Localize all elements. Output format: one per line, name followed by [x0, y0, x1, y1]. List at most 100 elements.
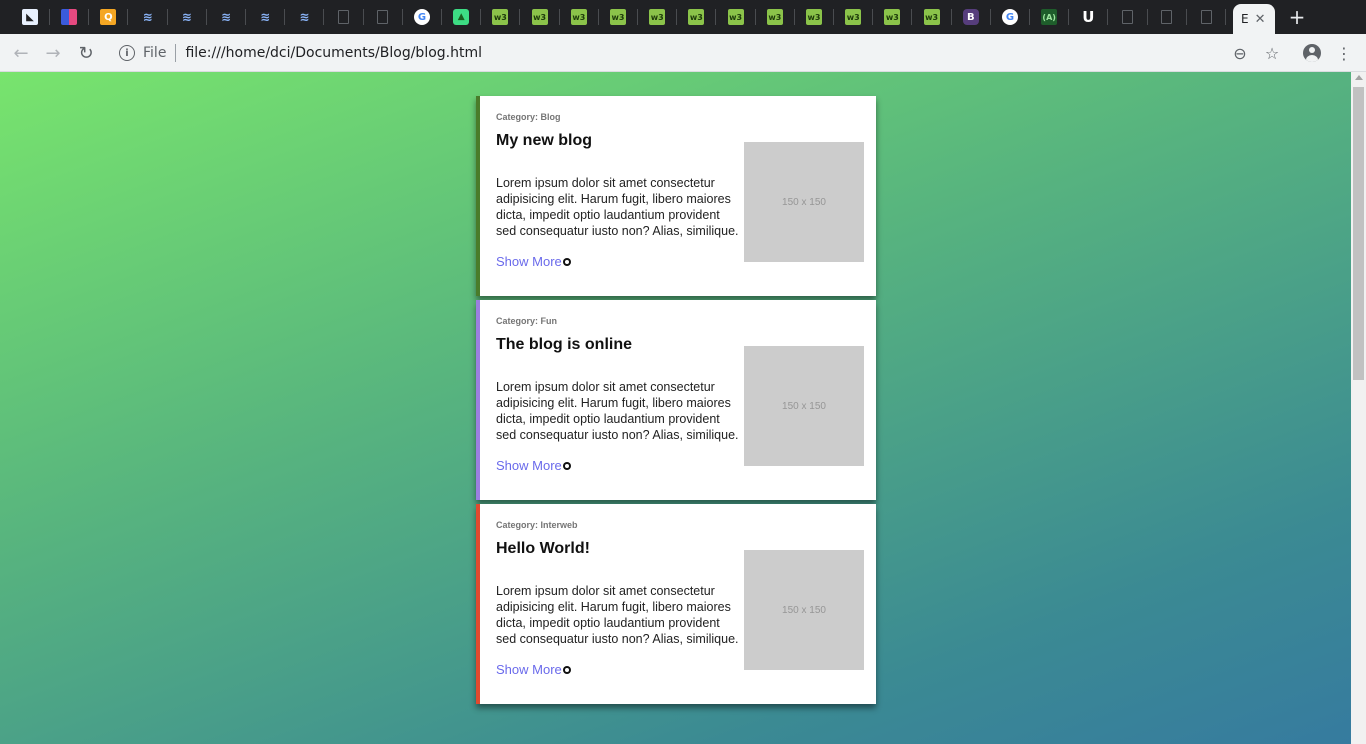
post-body: Lorem ipsum dolor sit amet consectetur a…	[496, 176, 739, 238]
browser-tab[interactable]: w3	[872, 4, 913, 30]
browser-tab[interactable]: (A)	[1029, 4, 1070, 30]
new-tab-button[interactable]: +	[1285, 5, 1309, 29]
w3-favicon-icon: w3	[610, 9, 626, 25]
show-more-link[interactable]: Show More	[496, 458, 571, 473]
address-bar[interactable]: i File file:///home/dci/Documents/Blog/b…	[106, 38, 1256, 68]
browser-tab[interactable]: w3	[912, 4, 952, 30]
back-button[interactable]: ←	[9, 41, 33, 65]
w3-favicon-icon: w3	[727, 9, 744, 25]
info-icon[interactable]: i	[119, 45, 135, 61]
show-more-link[interactable]: Show More	[496, 254, 571, 269]
page-favicon-icon	[1122, 10, 1134, 24]
circle-icon	[562, 257, 571, 266]
browser-tab[interactable]: G	[402, 4, 442, 30]
blog-post-card: Category: Blog My new blog Lorem ipsum d…	[476, 96, 876, 296]
browser-tab[interactable]: w3	[794, 4, 834, 30]
w3-favicon-icon: w3	[806, 9, 822, 25]
show-more-link[interactable]: Show More	[496, 662, 571, 677]
post-category: Category: Fun	[496, 316, 558, 326]
w3-favicon-icon: w3	[570, 9, 587, 25]
browser-tab[interactable]	[363, 4, 403, 30]
active-tab[interactable]: E ✕	[1233, 4, 1275, 34]
browser-tab[interactable]: ▲	[441, 4, 482, 30]
post-category: Category: Blog	[496, 112, 561, 122]
bootstrap-favicon-icon: B	[962, 9, 979, 25]
post-category: Category: Interweb	[496, 520, 578, 530]
google-favicon-icon: G	[1002, 9, 1018, 25]
active-tab-title: E	[1241, 12, 1249, 26]
w3-favicon-icon: w3	[766, 9, 783, 25]
forward-button[interactable]: →	[41, 41, 65, 65]
post-image-placeholder: 150 x 150	[744, 346, 864, 466]
browser-tab[interactable]	[49, 4, 90, 30]
w3-favicon-icon: w3	[531, 9, 548, 25]
browser-tab[interactable]: ≋	[245, 4, 286, 30]
page-favicon-icon	[1161, 10, 1173, 24]
wifi-favicon-icon: ≋	[142, 10, 153, 24]
show-more-label: Show More	[496, 662, 562, 677]
google-favicon-icon: G	[414, 9, 430, 25]
w3-favicon-icon: w3	[649, 9, 666, 25]
blog-post-card: Category: Interweb Hello World! Lorem ip…	[476, 504, 876, 704]
w3-favicon-icon: w3	[688, 9, 705, 25]
browser-tab[interactable]: w3	[480, 4, 521, 30]
w3-favicon-icon: w3	[884, 9, 901, 25]
url-text[interactable]: file:///home/dci/Documents/Blog/blog.htm…	[185, 45, 482, 61]
browser-tab[interactable]: Q	[88, 4, 129, 30]
scheme-label: File	[143, 45, 167, 61]
scroll-up-arrow-icon[interactable]	[1355, 75, 1363, 80]
wifi-favicon-icon: ≋	[299, 10, 310, 24]
post-title: Hello World!	[496, 540, 590, 557]
browser-tab[interactable]	[1186, 4, 1226, 30]
browser-tab[interactable]: ≋	[128, 4, 168, 30]
zoom-icon[interactable]: ⊖	[1228, 41, 1252, 65]
post-image-placeholder: 150 x 150	[744, 142, 864, 262]
browser-tab[interactable]: G	[990, 4, 1030, 30]
browser-tab[interactable]: U	[1068, 4, 1109, 30]
android-favicon-icon: ▲	[453, 9, 470, 25]
circle-icon	[562, 461, 571, 470]
browser-toolbar: ← → ↻ i File file:///home/dci/Documents/…	[0, 34, 1366, 72]
profile-button[interactable]	[1300, 41, 1324, 65]
browser-tab[interactable]: ◣	[10, 4, 50, 30]
blog-post-card: Category: Fun The blog is online Lorem i…	[476, 300, 876, 500]
post-title: My new blog	[496, 132, 592, 149]
browser-tab[interactable]: ≋	[206, 4, 246, 30]
flag-favicon-icon	[61, 9, 78, 25]
scrollbar-thumb[interactable]	[1353, 87, 1364, 380]
page-favicon-icon	[1200, 10, 1212, 24]
browser-tab[interactable]: w3	[716, 4, 756, 30]
bookmark-star-icon[interactable]: ☆	[1260, 41, 1284, 65]
vertical-scrollbar[interactable]	[1351, 72, 1366, 744]
menu-icon[interactable]: ⋮	[1332, 41, 1356, 65]
browser-tab[interactable]	[1147, 4, 1187, 30]
browser-tab[interactable]: w3	[637, 4, 678, 30]
page-favicon-icon	[338, 10, 350, 24]
wifi-favicon-icon: ≋	[260, 10, 271, 24]
tab-separator	[1225, 9, 1226, 25]
browser-tab[interactable]: w3	[598, 4, 638, 30]
show-more-label: Show More	[496, 458, 562, 473]
browser-tab[interactable]: w3	[676, 4, 717, 30]
tab-strip: E ✕ + ◣ Q ≋ ≋ ≋ ≋ ≋ G ▲ w3 w3 w3 w3 w3 w3 w3 w3 w3 w3 w3 w3 B…	[0, 0, 1366, 34]
browser-tab[interactable]: w3	[520, 4, 560, 30]
browser-tab[interactable]: ≋	[284, 4, 325, 30]
browser-tab[interactable]: ≋	[167, 4, 207, 30]
w3-favicon-icon: w3	[492, 9, 509, 25]
page-favicon-icon	[377, 10, 389, 24]
reload-button[interactable]: ↻	[74, 41, 98, 65]
browser-tab[interactable]: w3	[559, 4, 599, 30]
browser-tab[interactable]	[1108, 4, 1148, 30]
post-image-placeholder: 150 x 150	[744, 550, 864, 670]
browser-tab[interactable]	[324, 4, 364, 30]
browser-tab[interactable]: w3	[833, 4, 874, 30]
close-tab-icon[interactable]: ✕	[1255, 12, 1266, 27]
w3-favicon-icon: w3	[845, 9, 862, 25]
show-more-label: Show More	[496, 254, 562, 269]
circle-icon	[562, 665, 571, 674]
browser-tab[interactable]: B	[951, 4, 991, 30]
browser-tab[interactable]: w3	[755, 4, 795, 30]
q-favicon-icon: Q	[100, 9, 117, 25]
u-favicon-icon: U	[1082, 8, 1095, 26]
wifi-favicon-icon: ≋	[220, 10, 232, 24]
